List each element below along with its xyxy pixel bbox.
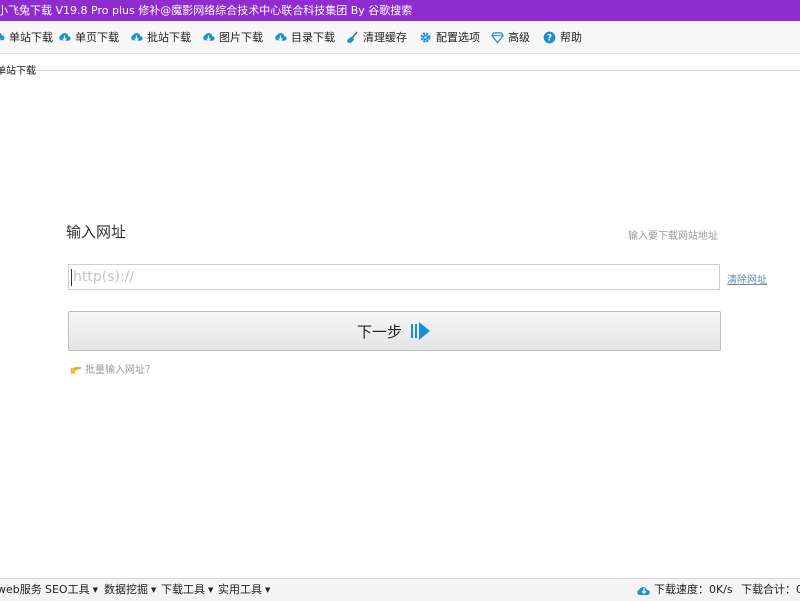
menu-label: 数据挖掘 bbox=[104, 583, 148, 596]
toolbar-label: 单页下载 bbox=[75, 31, 119, 44]
download-total-text: 下载合计：0 bbox=[741, 583, 800, 596]
diamond-icon bbox=[491, 31, 504, 44]
input-url-heading: 输入网址 bbox=[66, 223, 127, 241]
svg-text:?: ? bbox=[547, 33, 552, 43]
download-total: 下载合计：0 bbox=[741, 579, 800, 601]
caret-down-icon: ▼ bbox=[92, 586, 98, 594]
toolbar-label: 单站下载 bbox=[9, 31, 53, 44]
menu-data-mining[interactable]: 数据挖掘 ▼ bbox=[104, 579, 156, 601]
toolbar-label: 批站下载 bbox=[147, 31, 191, 44]
title-bar: 小飞兔下载 V19.8 Pro plus 修补@魔影网络综合技术中心联合科技集团… bbox=[0, 0, 800, 21]
help-icon: ? bbox=[543, 31, 556, 43]
tab-single-site[interactable]: 单站下载 bbox=[0, 62, 36, 77]
toolbar-label: 图片下载 bbox=[219, 31, 263, 44]
menu-seo-tools[interactable]: SEO工具 ▼ bbox=[45, 579, 98, 601]
menu-download-tools[interactable]: 下载工具 ▼ bbox=[161, 579, 213, 601]
toolbar-batch-site-download[interactable]: 批站下载 bbox=[130, 21, 191, 53]
menu-web-service[interactable]: web服务 bbox=[0, 579, 42, 601]
toolbar-single-page-download[interactable]: 单页下载 bbox=[58, 21, 119, 53]
toolbar-label: 清理缓存 bbox=[363, 31, 407, 44]
cloud-download-icon bbox=[59, 32, 71, 41]
status-bar: web服务 SEO工具 ▼ 数据挖掘 ▼ 下载工具 ▼ 实用工具 ▼ 下载速度：0K/s… bbox=[0, 578, 800, 601]
speed-icon bbox=[637, 587, 650, 595]
menu-utility-tools[interactable]: 实用工具 ▼ bbox=[218, 579, 270, 601]
batch-input-label: 批量输入网址？ bbox=[85, 365, 155, 376]
toolbar-advanced[interactable]: 高级 bbox=[491, 21, 530, 53]
download-speed-text: 下载速度：0K/s bbox=[654, 583, 733, 596]
toolbar-label: 高级 bbox=[508, 31, 530, 44]
toolbar: 单站下载 单页下载 批站下载 图片下载 目录下载 清理缓存 配置选项 高级 ? … bbox=[0, 21, 800, 54]
text-caret bbox=[71, 269, 72, 286]
arrow-right-icon bbox=[411, 322, 430, 340]
toolbar-label: 目录下载 bbox=[291, 31, 335, 44]
toolbar-image-download[interactable]: 图片下载 bbox=[202, 21, 263, 53]
cloud-download-icon bbox=[131, 32, 143, 41]
site-download-icon bbox=[0, 32, 5, 40]
toolbar-help[interactable]: ? 帮助 bbox=[543, 21, 582, 53]
toolbar-label: 帮助 bbox=[560, 31, 582, 44]
cloud-download-icon bbox=[275, 32, 287, 41]
input-url-hint: 输入要下载网站地址 bbox=[628, 231, 718, 242]
gear-icon bbox=[420, 31, 431, 43]
toolbar-clear-cache[interactable]: 清理缓存 bbox=[346, 21, 407, 53]
clear-url-link[interactable]: 清除网址 bbox=[727, 271, 767, 286]
tab-strip: 单站下载 bbox=[0, 54, 800, 77]
window-title: 小飞兔下载 V19.8 Pro plus 修补@魔影网络综合技术中心联合科技集团… bbox=[0, 4, 413, 17]
menu-label: 下载工具 bbox=[161, 583, 205, 596]
pointing-hand-icon bbox=[70, 366, 82, 374]
toolbar-single-site-download[interactable]: 单站下载 bbox=[0, 21, 53, 53]
url-input[interactable] bbox=[68, 264, 720, 290]
menu-label: 实用工具 bbox=[218, 583, 262, 596]
broom-icon bbox=[346, 30, 358, 43]
caret-down-icon: ▼ bbox=[265, 586, 271, 594]
cloud-download-icon bbox=[203, 32, 215, 41]
download-speed: 下载速度：0K/s bbox=[637, 579, 733, 601]
menu-label: web服务 bbox=[0, 583, 42, 596]
toolbar-directory-download[interactable]: 目录下载 bbox=[274, 21, 335, 53]
toolbar-settings[interactable]: 配置选项 bbox=[419, 21, 480, 53]
next-step-label: 下一步 bbox=[356, 322, 402, 341]
batch-input-link[interactable]: 批量输入网址？ bbox=[70, 361, 155, 376]
menu-label: SEO工具 bbox=[45, 583, 90, 596]
caret-down-icon: ▼ bbox=[151, 586, 157, 594]
toolbar-label: 配置选项 bbox=[436, 31, 480, 44]
caret-down-icon: ▼ bbox=[208, 586, 214, 594]
next-step-button[interactable]: 下一步 bbox=[68, 311, 721, 351]
